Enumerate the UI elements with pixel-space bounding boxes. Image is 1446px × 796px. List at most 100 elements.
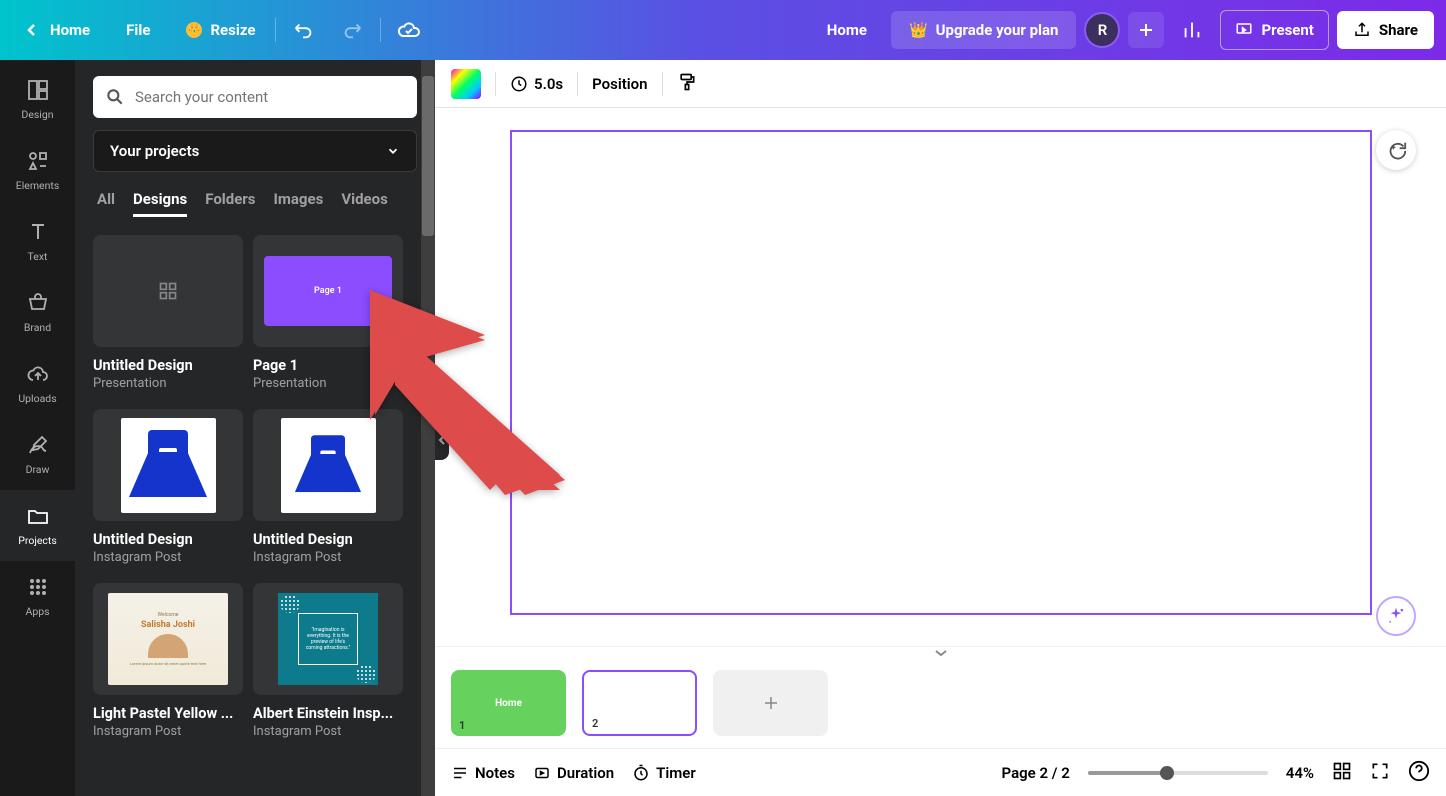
avatar-letter: R [1098,21,1108,39]
crown-icon: 👑 [909,21,928,39]
nav-brand[interactable]: Brand [0,277,75,348]
help-icon [1408,760,1430,782]
page-thumb-2[interactable]: 2 [582,670,697,736]
back-home-button[interactable]: Home [12,13,102,47]
redo-button[interactable] [332,10,372,50]
design-card[interactable]: Welcome Salisha Joshi Lorem ipsum dolor … [93,583,243,739]
plus-icon [761,693,781,713]
apps-icon [26,575,50,599]
duration-button[interactable]: Duration [533,764,614,782]
design-card[interactable]: Page 1 Page 1 Presentation [253,235,403,391]
design-card[interactable]: "Imagination is everything. It is the pr… [253,583,403,739]
share-button[interactable]: Share [1337,11,1434,49]
design-thumbnail[interactable] [93,235,243,347]
user-avatar[interactable]: R [1084,12,1120,48]
chart-icon [1181,19,1203,41]
resize-button[interactable]: Resize [174,13,267,47]
design-thumbnail[interactable]: "Imagination is everything. It is the pr… [253,583,403,695]
add-collaborator-button[interactable] [1128,12,1164,48]
design-card[interactable]: Untitled Design Instagram Post [253,409,403,565]
chevron-down-icon [386,144,400,158]
thumb-content [121,418,216,513]
present-button[interactable]: Present [1220,10,1328,50]
design-card[interactable]: Untitled Design Instagram Post [93,409,243,565]
nav-draw[interactable]: Draw [0,419,75,490]
card-row: Welcome Salisha Joshi Lorem ipsum dolor … [93,583,417,739]
card-row: Untitled Design Instagram Post Untitled … [93,409,417,565]
nav-label: Draw [26,463,50,476]
nav-apps[interactable]: Apps [0,561,75,632]
home-label: Home [50,21,90,39]
notes-label: Notes [475,764,515,782]
grid-icon [1332,761,1352,781]
collapse-strip-button[interactable] [435,646,1446,658]
tab-all[interactable]: All [97,190,115,217]
tab-folders[interactable]: Folders [205,190,255,217]
projects-dropdown[interactable]: Your projects [93,130,417,172]
canvas-toolbar: 5.0s Position [435,60,1446,108]
folder-icon [26,504,50,528]
magic-button-top[interactable] [1376,130,1416,170]
zoom-percent[interactable]: 44% [1286,764,1314,782]
canvas-viewport[interactable] [435,108,1446,646]
card-title: Albert Einstein Insp... [253,705,403,722]
left-nav-rail: Design Elements Text Brand Uploads Draw … [0,60,75,796]
tab-designs[interactable]: Designs [133,190,187,217]
nav-projects[interactable]: Projects [0,490,75,561]
canvas-page[interactable] [510,130,1372,615]
design-thumbnail[interactable]: Welcome Salisha Joshi Lorem ipsum dolor … [93,583,243,695]
search-box[interactable] [93,76,417,118]
thumb-content: Page 1 [264,256,392,326]
cloud-sync-button[interactable] [389,10,429,50]
presentation-icon [1235,21,1253,39]
upgrade-button[interactable]: 👑 Upgrade your plan [891,11,1077,49]
nav-design[interactable]: Design [0,64,75,135]
style-button[interactable] [677,72,697,96]
grid-view-button[interactable] [1332,761,1352,785]
nav-text[interactable]: Text [0,206,75,277]
duration-icon [533,764,551,782]
notes-button[interactable]: Notes [451,764,515,782]
add-page-button[interactable] [713,670,828,736]
text-icon [26,220,50,244]
top-left-group: Home File Resize [12,10,429,50]
design-thumbnail[interactable]: Page 1 [253,235,403,347]
design-card[interactable]: Untitled Design Presentation [93,235,243,391]
top-app-bar: Home File Resize Home 👑 Upgrade your pla… [0,0,1446,60]
tab-images[interactable]: Images [274,190,324,217]
analytics-button[interactable] [1172,10,1212,50]
magic-button-bottom[interactable] [1376,596,1416,636]
timer-button[interactable]: Timer [632,764,696,782]
redo-icon [341,19,363,41]
notes-icon [451,764,469,782]
quote-text: "Imagination is everything. It is the pr… [298,613,358,665]
undo-button[interactable] [284,10,324,50]
color-picker-button[interactable] [451,69,481,99]
paint-roller-icon [677,72,697,92]
panel-scrollbar[interactable] [421,60,435,796]
nav-elements[interactable]: Elements [0,135,75,206]
separator [380,18,381,42]
fullscreen-button[interactable] [1370,761,1390,785]
search-input[interactable] [135,88,405,106]
file-menu-button[interactable]: File [110,13,166,47]
page-counter: Page 2 / 2 [1002,764,1070,782]
thumb-content: "Imagination is everything. It is the pr… [278,593,378,685]
zoom-slider[interactable] [1088,771,1268,775]
design-thumbnail[interactable] [93,409,243,521]
tab-videos[interactable]: Videos [341,190,388,217]
nav-uploads[interactable]: Uploads [0,348,75,419]
home-link[interactable]: Home [811,13,883,47]
nav-label: Projects [18,534,57,547]
scrollbar-thumb[interactable] [422,76,434,236]
page-thumb-1[interactable]: Home 1 [451,670,566,736]
design-thumbnail[interactable] [253,409,403,521]
duration-button[interactable]: 5.0s [510,75,563,93]
zoom-handle[interactable] [1160,766,1174,780]
page-number: 1 [459,719,465,732]
help-button[interactable] [1408,760,1430,786]
page-number: 2 [592,717,598,730]
collapse-panel-button[interactable] [435,420,449,460]
position-button[interactable]: Position [592,75,647,93]
upgrade-label: Upgrade your plan [936,21,1059,39]
